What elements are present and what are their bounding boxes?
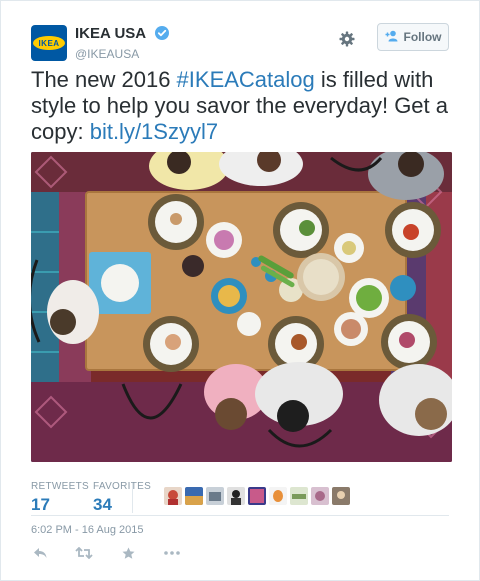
retweet-icon[interactable] xyxy=(75,544,93,562)
follow-label: Follow xyxy=(403,30,442,44)
favoriter-avatar[interactable] xyxy=(185,487,203,505)
more-icon[interactable] xyxy=(163,544,181,562)
tweet-timestamp[interactable]: 6:02 PM - 16 Aug 2015 xyxy=(31,524,144,536)
verified-badge-icon xyxy=(154,26,169,45)
tweet-card: IKEA IKEA USA @IKEAUSA Follow The new 20… xyxy=(0,0,480,581)
favoriter-avatar[interactable] xyxy=(332,487,350,505)
tweet-text: The new 2016 #IKEACatalog is filled with… xyxy=(31,67,456,145)
stats-divider xyxy=(132,483,133,513)
retweets-count: 17 xyxy=(31,495,50,514)
tweet-photo[interactable] xyxy=(31,152,452,462)
favorites-count: 34 xyxy=(93,495,112,514)
tweet-actions xyxy=(31,544,181,562)
favoriter-avatars xyxy=(164,487,350,505)
favorite-icon[interactable] xyxy=(119,544,137,562)
reply-icon[interactable] xyxy=(31,544,49,562)
account-handle[interactable]: @IKEAUSA xyxy=(75,47,169,61)
favoriter-avatar[interactable] xyxy=(269,487,287,505)
follow-button[interactable]: Follow xyxy=(377,23,449,51)
favorites-label: FAVORITES xyxy=(93,481,152,492)
short-url-link[interactable]: bit.ly/1Szyyl7 xyxy=(90,119,218,144)
gear-icon[interactable] xyxy=(339,31,355,52)
tweet-text-part-1: The new 2016 xyxy=(31,67,177,92)
favoriter-avatar[interactable] xyxy=(248,487,266,505)
favorites-stat[interactable]: FAVORITES 34 xyxy=(93,481,151,515)
retweets-stat[interactable]: RETWEETS 17 xyxy=(31,481,89,515)
ikea-avatar[interactable]: IKEA xyxy=(31,25,67,61)
account-name-block: IKEA USA @IKEAUSA xyxy=(75,25,169,61)
tweet-header: IKEA IKEA USA @IKEAUSA Follow xyxy=(31,23,449,63)
favoriter-avatar[interactable] xyxy=(311,487,329,505)
favoriter-avatar[interactable] xyxy=(206,487,224,505)
retweets-label: RETWEETS xyxy=(31,481,89,492)
favoriter-avatar[interactable] xyxy=(290,487,308,505)
follow-person-icon xyxy=(385,30,399,45)
favoriter-avatar[interactable] xyxy=(227,487,245,505)
display-name[interactable]: IKEA USA xyxy=(75,25,146,42)
divider xyxy=(31,515,449,516)
hashtag-link[interactable]: #IKEACatalog xyxy=(177,67,315,92)
ikea-logo-text: IKEA xyxy=(33,36,65,50)
favoriter-avatar[interactable] xyxy=(164,487,182,505)
